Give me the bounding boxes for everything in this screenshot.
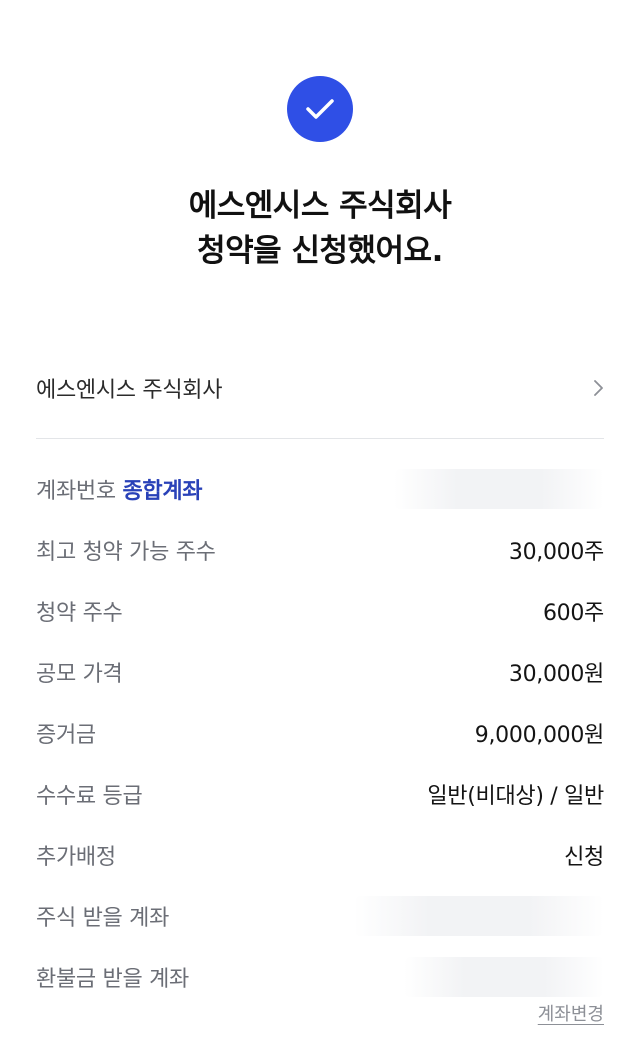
subscribed-shares-value: 600주 bbox=[542, 600, 604, 626]
masked-refund-account bbox=[404, 956, 604, 997]
company-name: 에스엔시스 주식회사 bbox=[36, 378, 223, 403]
masked-account-number bbox=[394, 468, 604, 509]
subscription-details: 계좌번호 종합계좌 최고 청약 가능 주수 30,000주 청약 주수 600주… bbox=[36, 458, 604, 1007]
divider bbox=[36, 438, 604, 439]
detail-row-subscribed-shares: 청약 주수 600주 bbox=[36, 580, 604, 641]
account-label-text: 계좌번호 bbox=[36, 478, 116, 504]
page-title: 에스엔시스 주식회사 청약을 신청했어요. bbox=[0, 184, 640, 274]
offer-price-value: 30,000원 bbox=[508, 661, 604, 687]
detail-row-deposit: 증거금 9,000,000원 bbox=[36, 702, 604, 763]
extra-allocation-label: 추가배정 bbox=[36, 844, 116, 870]
title-line-status: 청약을 신청했어요. bbox=[197, 233, 443, 269]
fee-grade-label: 수수료 등급 bbox=[36, 783, 143, 809]
deposit-label: 증거금 bbox=[36, 722, 96, 748]
fee-grade-value: 일반(비대상) / 일반 bbox=[427, 783, 604, 809]
max-shares-label: 최고 청약 가능 주수 bbox=[36, 539, 216, 565]
detail-row-stock-account: 주식 받을 계좌 bbox=[36, 885, 604, 946]
company-row[interactable]: 에스엔시스 주식회사 bbox=[36, 360, 604, 416]
detail-row-account: 계좌번호 종합계좌 bbox=[36, 458, 604, 519]
extra-allocation-value: 신청 bbox=[564, 844, 604, 870]
stock-account-label: 주식 받을 계좌 bbox=[36, 905, 170, 931]
success-badge bbox=[287, 76, 353, 142]
change-account-link[interactable]: 계좌변경 bbox=[538, 1000, 604, 1026]
detail-row-max-shares: 최고 청약 가능 주수 30,000주 bbox=[36, 519, 604, 580]
max-shares-value: 30,000주 bbox=[508, 539, 604, 565]
chevron-right-icon bbox=[594, 380, 603, 396]
masked-stock-account bbox=[354, 895, 604, 936]
subscribed-shares-label: 청약 주수 bbox=[36, 600, 123, 626]
detail-row-fee-grade: 수수료 등급 일반(비대상) / 일반 bbox=[36, 763, 604, 824]
check-icon bbox=[306, 99, 334, 119]
offer-price-label: 공모 가격 bbox=[36, 661, 123, 687]
detail-row-offer-price: 공모 가격 30,000원 bbox=[36, 641, 604, 702]
deposit-value: 9,000,000원 bbox=[474, 722, 605, 748]
account-label: 계좌번호 종합계좌 bbox=[36, 473, 203, 505]
detail-row-refund-account: 환불금 받을 계좌 bbox=[36, 946, 604, 1007]
account-type: 종합계좌 bbox=[122, 478, 203, 504]
detail-row-extra-allocation: 추가배정 신청 bbox=[36, 824, 604, 885]
refund-account-label: 환불금 받을 계좌 bbox=[36, 966, 189, 992]
title-line-company: 에스엔시스 주식회사 bbox=[188, 188, 452, 224]
